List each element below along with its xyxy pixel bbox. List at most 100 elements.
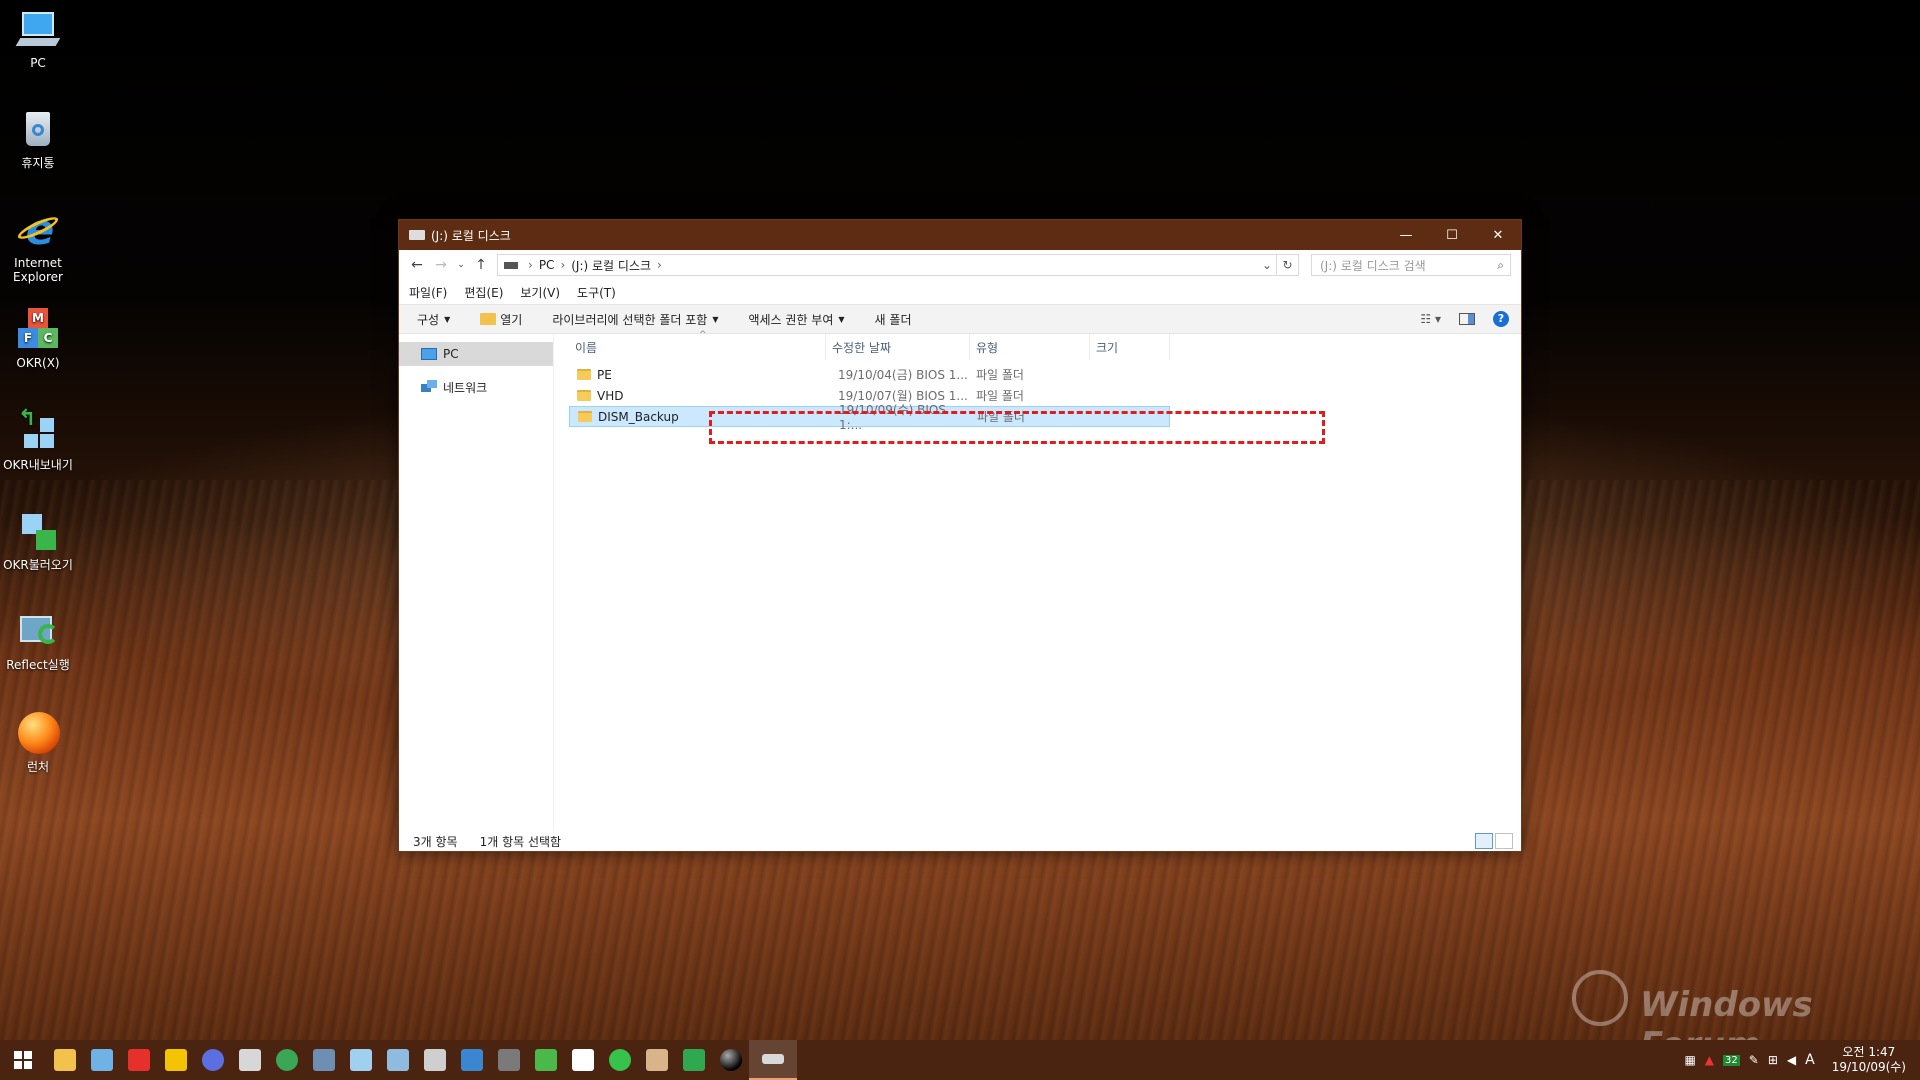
- taskbar-computer[interactable]: [453, 1040, 490, 1080]
- desktop-icon-reflect[interactable]: Reflect실행: [2, 610, 74, 672]
- browser-icon: [201, 1049, 224, 1071]
- column-header-date[interactable]: 수정한 날짜: [826, 334, 970, 360]
- start-button[interactable]: [0, 1040, 46, 1080]
- refresh-icon[interactable]: ↻: [1277, 254, 1299, 276]
- taskbar-explorer-active[interactable]: [749, 1040, 797, 1080]
- taskbar-chrome[interactable]: [268, 1040, 305, 1080]
- taskbar-tools[interactable]: [416, 1040, 453, 1080]
- image-icon: [497, 1049, 520, 1071]
- column-header-size[interactable]: 크기: [1090, 334, 1170, 360]
- system-tray: ▦ ▲ 32 ✎ ⊞ ◀ A 오전 1:47 19/10/09(수): [1684, 1040, 1920, 1080]
- menu-tools[interactable]: 도구(T): [577, 284, 616, 301]
- new-folder-label: 새 폴더: [874, 312, 912, 327]
- tray-ime[interactable]: A: [1805, 1052, 1815, 1068]
- preview-pane-icon[interactable]: [1459, 313, 1475, 325]
- column-header-type[interactable]: 유형: [970, 334, 1090, 360]
- desktop-icon-launcher[interactable]: 런처: [2, 712, 74, 774]
- minimize-button[interactable]: —: [1383, 220, 1429, 250]
- network-icon: [312, 1049, 335, 1071]
- nav-item-label: PC: [443, 347, 459, 361]
- details-view-icon[interactable]: [1475, 833, 1493, 849]
- close-button[interactable]: ✕: [1475, 220, 1521, 250]
- taskbar-browser[interactable]: [194, 1040, 231, 1080]
- maximize-button[interactable]: ☐: [1429, 220, 1475, 250]
- drive-icon: [504, 261, 518, 269]
- nav-item-pc[interactable]: PC: [399, 342, 553, 366]
- remote-icon: [127, 1049, 150, 1071]
- taskbar-file-explorer[interactable]: [46, 1040, 83, 1080]
- search-input[interactable]: (J:) 로컬 디스크 검색 ⌕: [1311, 254, 1511, 276]
- new-folder-button[interactable]: 새 폴더: [875, 311, 912, 328]
- taskbar-notepad[interactable]: [342, 1040, 379, 1080]
- help-icon[interactable]: ?: [1493, 311, 1509, 327]
- large-icons-view-icon[interactable]: [1495, 833, 1513, 849]
- desktop-icon-label: OKR내보내기: [3, 458, 73, 472]
- taskbar-sphere[interactable]: [712, 1040, 749, 1080]
- desktop-icon-label: OKR(X): [16, 356, 60, 370]
- nav-item-network[interactable]: 네트워크: [399, 375, 553, 399]
- taskbar-tool[interactable]: [231, 1040, 268, 1080]
- computer-icon: [460, 1049, 483, 1071]
- disk-icon: [534, 1049, 557, 1071]
- taskbar-player[interactable]: [157, 1040, 194, 1080]
- taskbar-sync[interactable]: [601, 1040, 638, 1080]
- up-arrow-icon[interactable]: ↑: [469, 257, 493, 273]
- breadcrumb-drive[interactable]: (J:) 로컬 디스크: [571, 257, 651, 274]
- title-bar[interactable]: (J:) 로컬 디스크 — ☐ ✕: [399, 220, 1521, 250]
- desktop-icon-label: Internet Explorer: [13, 256, 63, 284]
- taskbar-monitor[interactable]: [83, 1040, 120, 1080]
- taskbar-network[interactable]: [305, 1040, 342, 1080]
- tray-pen-icon[interactable]: ✎: [1749, 1053, 1759, 1067]
- taskbar-clock[interactable]: 오전 1:47 19/10/09(수): [1832, 1045, 1906, 1075]
- desktop-icon-recycle-bin[interactable]: 휴지통: [2, 108, 74, 170]
- apps-icon: [386, 1049, 409, 1071]
- recent-chevron-icon[interactable]: ⌄: [453, 260, 469, 270]
- tray-badge[interactable]: 32: [1723, 1054, 1740, 1066]
- open-button[interactable]: 열기: [480, 311, 522, 328]
- address-dropdown-icon[interactable]: ⌄: [1262, 258, 1272, 272]
- taskbar-shield[interactable]: [564, 1040, 601, 1080]
- column-header-name[interactable]: 이름: [569, 334, 826, 360]
- forward-arrow-icon[interactable]: →: [429, 257, 453, 273]
- include-library-button[interactable]: 라이브러리에 선택한 폴더 포함 ▼: [552, 311, 718, 328]
- share-button[interactable]: 액세스 권한 부여 ▼: [748, 311, 844, 328]
- h-app-icon: [682, 1049, 705, 1071]
- file-name: VHD: [597, 388, 624, 403]
- computer-icon: [421, 348, 437, 360]
- taskbar-archive[interactable]: [638, 1040, 675, 1080]
- tray-volume-icon[interactable]: ◀: [1787, 1053, 1796, 1067]
- desktop-icon-okr-export[interactable]: ↰ OKR내보내기: [2, 408, 74, 473]
- tray-grid-icon[interactable]: ▦: [1684, 1053, 1695, 1067]
- desktop-icon-okr-import[interactable]: OKR불러오기: [2, 510, 74, 572]
- file-row[interactable]: PE 19/10/04(금) BIOS 1... 파일 폴더: [569, 364, 1521, 385]
- computer-icon: [15, 8, 61, 52]
- menu-file[interactable]: 파일(F): [409, 284, 447, 301]
- tray-network-icon[interactable]: ⊞: [1768, 1053, 1778, 1067]
- address-bar[interactable]: › PC › (J:) 로컬 디스크 › ⌄: [497, 254, 1277, 276]
- breadcrumb-pc[interactable]: PC: [539, 258, 555, 272]
- taskbar-image[interactable]: [490, 1040, 527, 1080]
- drive-icon: [762, 1054, 784, 1064]
- sort-ascending-icon: ^: [699, 330, 707, 340]
- taskbar-apps[interactable]: [379, 1040, 416, 1080]
- file-row-selected[interactable]: DISM_Backup 19/10/09(수) BIOS 1:... 파일 폴더: [569, 403, 1170, 432]
- desktop-icon-internet-explorer[interactable]: e Internet Explorer: [2, 208, 74, 285]
- taskbar-disk[interactable]: [527, 1040, 564, 1080]
- monitor-icon: [90, 1049, 113, 1071]
- taskbar: ▦ ▲ 32 ✎ ⊞ ◀ A 오전 1:47 19/10/09(수): [0, 1040, 1920, 1080]
- player-icon: [164, 1049, 187, 1071]
- tray-arrow-icon[interactable]: ▲: [1705, 1053, 1714, 1067]
- menu-view[interactable]: 보기(V): [520, 284, 560, 301]
- menu-edit[interactable]: 편집(E): [464, 284, 503, 301]
- taskbar-h-app[interactable]: [675, 1040, 712, 1080]
- organize-button[interactable]: 구성 ▼: [417, 311, 450, 328]
- file-name: DISM_Backup: [598, 409, 679, 424]
- file-row[interactable]: VHD 19/10/07(월) BIOS 1... 파일 폴더: [569, 385, 1521, 406]
- change-view-icon[interactable]: ☷ ▾: [1420, 312, 1441, 326]
- open-label: 열기: [500, 312, 523, 327]
- desktop-icon-pc[interactable]: PC: [2, 8, 74, 70]
- back-arrow-icon[interactable]: ←: [405, 257, 429, 273]
- desktop-icon-okr[interactable]: M F C OKR(X): [2, 308, 74, 370]
- taskbar-anydesk[interactable]: [120, 1040, 157, 1080]
- file-date: 19/10/09(수) BIOS 1:...: [839, 403, 946, 432]
